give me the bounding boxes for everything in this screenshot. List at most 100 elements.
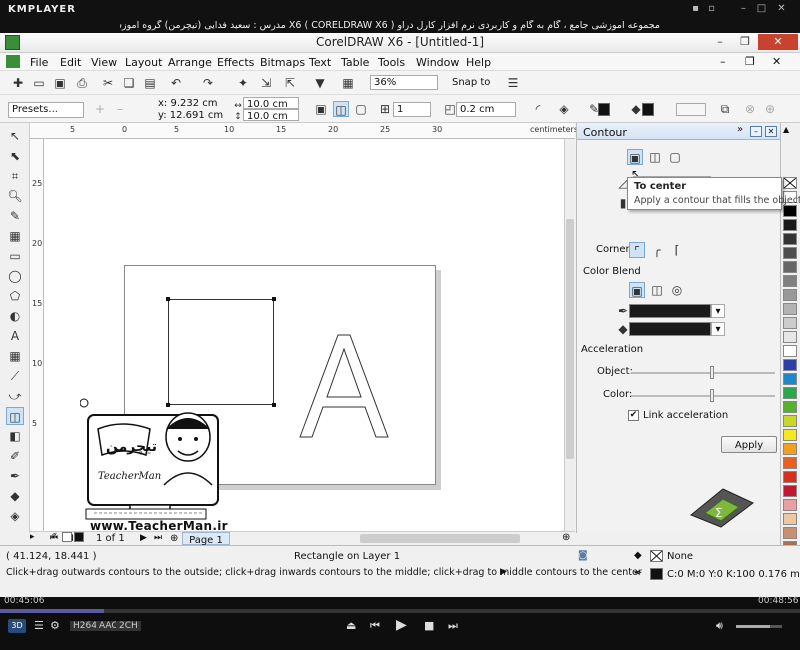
palette-swatch[interactable] <box>783 345 797 357</box>
play-icon[interactable]: ▶ <box>396 617 407 633</box>
menu-text[interactable]: Text <box>309 56 331 69</box>
black-small-swatch[interactable] <box>74 532 84 542</box>
palette-swatch[interactable] <box>783 499 797 511</box>
menu-window[interactable]: Window <box>416 56 459 69</box>
more-icon[interactable]: ⊕ <box>762 101 778 117</box>
presets-select[interactable]: Presets... <box>8 102 84 118</box>
minimize-icon[interactable]: – <box>738 3 749 14</box>
fill-color-picker[interactable] <box>629 322 711 336</box>
export-icon[interactable]: ⇱ <box>282 75 298 91</box>
cut-icon[interactable]: ✂ <box>100 75 116 91</box>
to-center-icon[interactable]: ▣ <box>313 101 329 117</box>
no-color-swatch[interactable] <box>783 177 797 189</box>
last-page-icon[interactable]: ⏭ <box>154 533 162 543</box>
minimize-button[interactable]: – <box>708 34 732 50</box>
redo-icon[interactable]: ↷ <box>200 75 216 91</box>
outline-color-picker[interactable] <box>629 304 711 318</box>
menu-view[interactable]: View <box>91 56 117 69</box>
maximize-button[interactable]: ❐ <box>733 34 757 50</box>
dimension-tool-icon[interactable]: ⟋ <box>6 367 24 385</box>
palette-swatch[interactable] <box>783 233 797 245</box>
copy-contour-icon[interactable]: ⧉ <box>717 101 733 117</box>
menu-icon[interactable]: ☰ <box>34 619 44 632</box>
x-position[interactable]: x: 9.232 cm <box>158 98 218 109</box>
palette-swatch[interactable] <box>783 485 797 497</box>
palette-swatch[interactable] <box>783 275 797 287</box>
menu-file[interactable]: File <box>30 56 48 69</box>
doc-minimize-button[interactable]: – <box>720 55 726 68</box>
undo-icon[interactable]: ↶ <box>168 75 184 91</box>
palette-swatch[interactable] <box>783 415 797 427</box>
vertical-scrollbar[interactable] <box>564 139 575 531</box>
palette-swatch[interactable] <box>783 429 797 441</box>
welcome-screen-icon[interactable]: ▦ <box>340 75 356 91</box>
color-accel-slider[interactable] <box>631 389 775 402</box>
corner-bevel-icon[interactable]: ⌈ <box>669 242 685 258</box>
outline-color-dropdown[interactable]: ▾ <box>711 304 725 318</box>
menu-bitmaps[interactable]: Bitmaps <box>260 56 305 69</box>
open-icon[interactable]: ▭ <box>31 75 47 91</box>
menu-layout[interactable]: Layout <box>125 56 162 69</box>
smart-fill-icon[interactable]: ▦ <box>6 227 24 245</box>
inside-contour-icon[interactable]: ◫ <box>333 101 349 117</box>
fill-color-dropdown[interactable]: ▾ <box>711 322 725 336</box>
menu-help[interactable]: Help <box>466 56 491 69</box>
doc-nav-icon[interactable]: ▸ <box>30 532 35 542</box>
new-document-icon[interactable]: ✚ <box>10 75 26 91</box>
object-accel-thumb[interactable] <box>710 366 714 379</box>
menu-effects[interactable]: Effects <box>217 56 254 69</box>
connector-tool-icon[interactable]: ⤻ <box>6 387 24 405</box>
stop-icon[interactable]: ■ <box>424 619 434 632</box>
outline-swatch[interactable] <box>650 568 663 580</box>
volume-slider[interactable] <box>736 625 782 628</box>
no-fill-small-swatch[interactable] <box>62 532 72 542</box>
next-page-icon[interactable]: ▶ <box>140 533 147 543</box>
freehand-tool-icon[interactable]: ✎ <box>6 207 24 225</box>
zoom-level-select[interactable]: 36% <box>370 75 438 90</box>
application-launcher-icon[interactable]: ▼ <box>312 75 328 91</box>
contour-color-icon[interactable]: ◈ <box>556 101 572 117</box>
contour-corners-icon[interactable]: ◜ <box>530 101 546 117</box>
add-preset-icon[interactable]: + <box>92 101 108 117</box>
apply-button[interactable]: Apply <box>721 436 777 453</box>
corner-round-icon[interactable]: ╭ <box>649 242 665 258</box>
eject-icon[interactable]: ⏏ <box>346 619 356 632</box>
clockwise-blend-icon[interactable]: ◫ <box>649 282 665 298</box>
node-handle[interactable] <box>272 297 276 301</box>
palette-swatch[interactable] <box>783 261 797 273</box>
remove-preset-icon[interactable]: – <box>112 101 128 117</box>
expand-icon[interactable]: » <box>737 124 743 135</box>
next-icon[interactable]: ⏭ <box>448 619 458 633</box>
add-page-icon[interactable]: ⊕ <box>170 533 178 544</box>
transparency-tool-icon[interactable]: ◧ <box>6 427 24 445</box>
y-position[interactable]: y: 12.691 cm <box>158 110 223 121</box>
letter-a-outline[interactable] <box>294 331 394 441</box>
pin-icon[interactable]: ▪ <box>690 3 701 14</box>
menu-table[interactable]: Table <box>341 56 369 69</box>
height-field[interactable]: 10.0 cm <box>243 109 299 122</box>
text-tool-icon[interactable]: A <box>6 327 24 345</box>
outline-tool-icon[interactable]: ✒ <box>6 467 24 485</box>
menu-edit[interactable]: Edit <box>60 56 81 69</box>
palette-swatch[interactable] <box>783 359 797 371</box>
drawing-canvas[interactable]: A تیچرمن TeacherMan www.TeacherMan.ir <box>44 139 564 531</box>
outline-color-swatch[interactable] <box>598 103 610 116</box>
save-icon[interactable]: ▣ <box>52 75 68 91</box>
copy-icon[interactable]: ❏ <box>121 75 137 91</box>
search-content-icon[interactable]: ✦ <box>235 75 251 91</box>
selected-rectangle[interactable] <box>166 297 276 407</box>
interactive-fill-icon[interactable]: ◈ <box>6 507 24 525</box>
counterclockwise-blend-icon[interactable]: ◎ <box>669 282 685 298</box>
snap-to-dropdown[interactable]: Snap to <box>452 77 490 88</box>
to-center-button[interactable]: ▣ <box>627 149 643 165</box>
corner-mitered-icon[interactable]: ⌜ <box>629 242 645 258</box>
print-icon[interactable]: ⎙ <box>74 75 90 91</box>
shape-tool-icon[interactable]: ⬉ <box>6 147 24 165</box>
outside-contour-icon[interactable]: ▢ <box>353 101 369 117</box>
offset-field[interactable]: 0.2 cm <box>456 102 516 117</box>
palette-swatch[interactable] <box>783 317 797 329</box>
basic-shapes-icon[interactable]: ◐ <box>6 307 24 325</box>
menu-arrange[interactable]: Arrange <box>168 56 212 69</box>
palette-swatch[interactable] <box>783 373 797 385</box>
node-handle[interactable] <box>166 297 170 301</box>
